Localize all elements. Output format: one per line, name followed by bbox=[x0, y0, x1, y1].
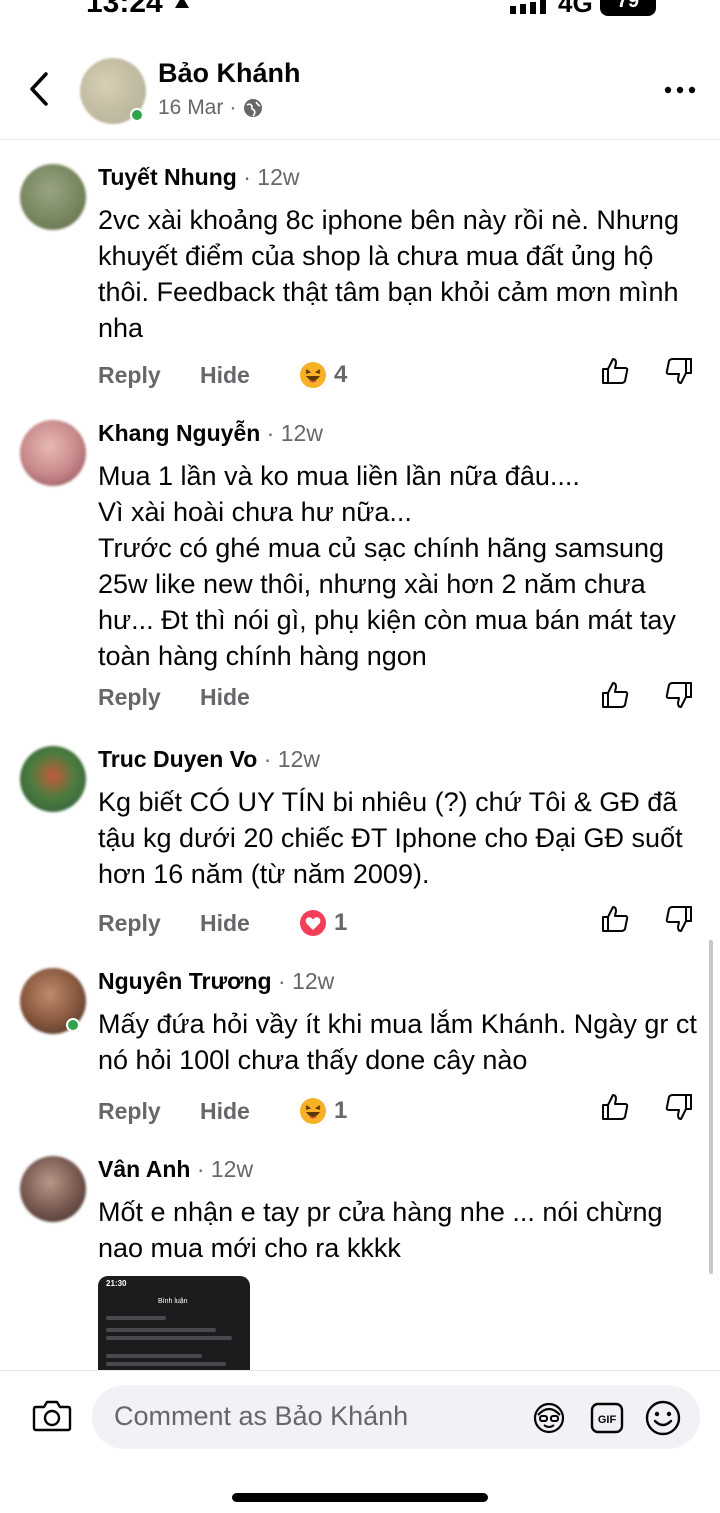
thumbnail-line bbox=[106, 1328, 216, 1332]
thumbnail-line bbox=[106, 1354, 202, 1358]
commenter-avatar[interactable] bbox=[20, 1156, 86, 1222]
signal-icon bbox=[510, 0, 546, 14]
post-header: Bảo Khánh 16 Mar · bbox=[0, 22, 720, 140]
thumbnail-time: 21:30 bbox=[106, 1279, 127, 1288]
online-indicator bbox=[66, 1018, 80, 1032]
thumbs-up-icon[interactable] bbox=[600, 1092, 630, 1122]
reaction-summary[interactable]: 1 bbox=[298, 908, 347, 938]
hide-button[interactable]: Hide bbox=[200, 362, 298, 389]
commenter-name[interactable]: Truc Duyen Vo bbox=[98, 746, 257, 772]
comment-header: Khang Nguyễn · 12w bbox=[98, 420, 323, 446]
commenter-name[interactable]: Nguyên Trương bbox=[98, 968, 272, 994]
hide-button[interactable]: Hide bbox=[200, 684, 298, 711]
hide-button[interactable]: Hide bbox=[200, 910, 298, 937]
camera-icon[interactable] bbox=[32, 1397, 72, 1433]
comment-header: Truc Duyen Vo · 12w bbox=[98, 746, 320, 772]
thumbnail-line bbox=[106, 1362, 226, 1366]
scrollbar[interactable] bbox=[709, 940, 713, 1274]
battery-level: 79 bbox=[600, 0, 656, 16]
comment-text: Kg biết CÓ UY TÍN bi nhiêu (?) chứ Tôi &… bbox=[98, 787, 683, 889]
reaction-count: 1 bbox=[334, 909, 348, 936]
hide-button[interactable]: Hide bbox=[200, 1098, 298, 1125]
comment-header: Nguyên Trương · 12w bbox=[98, 968, 335, 994]
thumbnail-title: Bình luận bbox=[158, 1298, 188, 1305]
back-arrow-icon[interactable] bbox=[18, 62, 62, 116]
comment-text: Mua 1 lần và ko mua liền lần nữa đâu....… bbox=[98, 458, 698, 674]
thumbs-up-icon[interactable] bbox=[600, 680, 630, 710]
reply-button[interactable]: Reply bbox=[98, 1098, 200, 1125]
comment-line: Trước có ghé mua củ sạc chính hãng samsu… bbox=[98, 533, 676, 671]
globe-icon bbox=[244, 99, 263, 117]
bell-muted-icon bbox=[175, 0, 189, 8]
more-options-icon[interactable] bbox=[660, 78, 700, 102]
thumbs-down-icon[interactable] bbox=[664, 356, 694, 386]
reply-button[interactable]: Reply bbox=[98, 910, 200, 937]
commenter-name[interactable]: Khang Nguyễn bbox=[98, 420, 260, 446]
comment-actions: Reply Hide 4 bbox=[98, 360, 347, 390]
reply-button[interactable]: Reply bbox=[98, 684, 200, 711]
comment-line: Vì xài hoài chưa hư nữa... bbox=[98, 497, 412, 527]
thumbnail-line bbox=[106, 1336, 232, 1340]
laughing-emoji-icon bbox=[300, 1098, 326, 1124]
comment-time[interactable]: 12w bbox=[292, 968, 334, 994]
commenter-name[interactable]: Tuyết Nhung bbox=[98, 164, 237, 190]
commenter-avatar[interactable] bbox=[20, 746, 86, 812]
comment-header: Vân Anh · 12w bbox=[98, 1156, 254, 1182]
reaction-count: 1 bbox=[334, 1097, 348, 1124]
reaction-count: 4 bbox=[334, 361, 348, 388]
network-type: 4G bbox=[558, 0, 593, 18]
emoji-icon[interactable] bbox=[644, 1399, 682, 1437]
home-indicator bbox=[232, 1493, 488, 1502]
comment-actions: Reply Hide 1 bbox=[98, 1096, 347, 1126]
avatar-sticker-icon[interactable] bbox=[532, 1401, 566, 1435]
comment-line: Mua 1 lần và ko mua liền lần nữa đâu.... bbox=[98, 461, 580, 491]
reaction-summary[interactable]: 1 bbox=[298, 1096, 347, 1126]
commenter-avatar[interactable] bbox=[20, 164, 86, 230]
status-bar: 13:24 4G 79 bbox=[0, 0, 720, 22]
online-indicator bbox=[130, 108, 144, 122]
comment-actions: Reply Hide bbox=[98, 684, 298, 711]
comment-placeholder: Comment as Bảo Khánh bbox=[114, 1401, 409, 1431]
comment-time[interactable]: 12w bbox=[278, 746, 320, 772]
comment-time[interactable]: 12w bbox=[281, 420, 323, 446]
thumbs-down-icon[interactable] bbox=[664, 1092, 694, 1122]
heart-icon bbox=[300, 910, 326, 936]
comment-text: Mốt e nhận e tay pr cửa hàng nhe ... nói… bbox=[98, 1197, 663, 1263]
thumbs-down-icon[interactable] bbox=[664, 680, 694, 710]
comment-time[interactable]: 12w bbox=[211, 1156, 253, 1182]
thumbs-down-icon[interactable] bbox=[664, 904, 694, 934]
comment-actions: Reply Hide 1 bbox=[98, 908, 347, 938]
reaction-summary[interactable]: 4 bbox=[298, 360, 347, 390]
post-meta: 16 Mar · bbox=[158, 96, 264, 120]
laughing-emoji-icon bbox=[300, 362, 326, 388]
author-name[interactable]: Bảo Khánh bbox=[158, 58, 301, 89]
post-date: 16 Mar bbox=[158, 96, 224, 119]
commenter-name[interactable]: Vân Anh bbox=[98, 1156, 190, 1182]
comment-text: 2vc xài khoảng 8c iphone bên này rồi nè.… bbox=[98, 205, 679, 343]
comment-input[interactable]: Comment as Bảo Khánh GIF bbox=[92, 1385, 700, 1449]
thumbs-up-icon[interactable] bbox=[600, 356, 630, 386]
gif-icon[interactable]: GIF bbox=[590, 1401, 624, 1435]
thumbnail-line bbox=[106, 1316, 166, 1320]
comment-text: Mấy đứa hỏi vầy ít khi mua lắm Khánh. Ng… bbox=[98, 1009, 697, 1075]
reply-button[interactable]: Reply bbox=[98, 362, 200, 389]
status-time: 13:24 bbox=[86, 0, 163, 19]
comment-header: Tuyết Nhung · 12w bbox=[98, 164, 300, 190]
comment-time[interactable]: 12w bbox=[257, 164, 299, 190]
meta-separator: · bbox=[229, 96, 237, 119]
comment-composer: Comment as Bảo Khánh GIF bbox=[0, 1370, 720, 1513]
gif-label: GIF bbox=[598, 1414, 617, 1426]
commenter-avatar[interactable] bbox=[20, 420, 86, 486]
thumbs-up-icon[interactable] bbox=[600, 904, 630, 934]
